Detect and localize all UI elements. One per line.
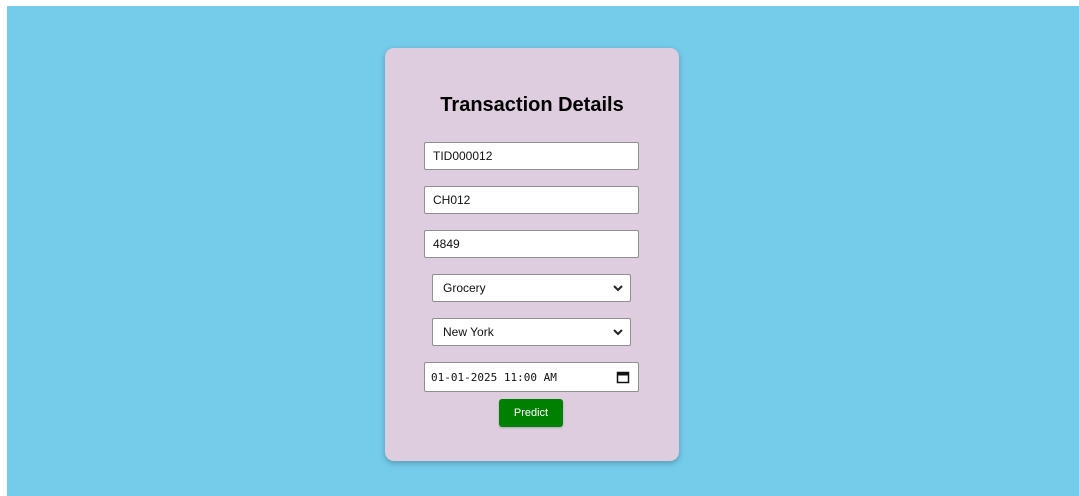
customer-id-value: CH012 [433,193,471,207]
amount-input[interactable]: 4849 [424,230,639,258]
customer-id-input[interactable]: CH012 [424,186,639,214]
transaction-form-card: Transaction Details TID000012 CH012 4849… [385,48,679,461]
chevron-down-icon [613,329,623,336]
calendar-icon[interactable] [616,370,630,384]
predict-button[interactable]: Predict [499,399,563,427]
datetime-value: 01-01-2025 11:00 AM [431,370,557,384]
chevron-down-icon [613,285,623,292]
transaction-datetime-input[interactable]: 01-01-2025 11:00 AM [424,362,639,392]
category-selected-value: Grocery [443,281,486,295]
transaction-id-value: TID000012 [433,149,493,163]
location-selected-value: New York [443,325,494,339]
amount-value: 4849 [433,237,460,251]
transaction-id-input[interactable]: TID000012 [424,142,639,170]
page-background: Transaction Details TID000012 CH012 4849… [7,6,1079,496]
location-select[interactable]: New York [432,318,631,346]
form-title: Transaction Details [440,94,624,116]
category-select[interactable]: Grocery [432,274,631,302]
